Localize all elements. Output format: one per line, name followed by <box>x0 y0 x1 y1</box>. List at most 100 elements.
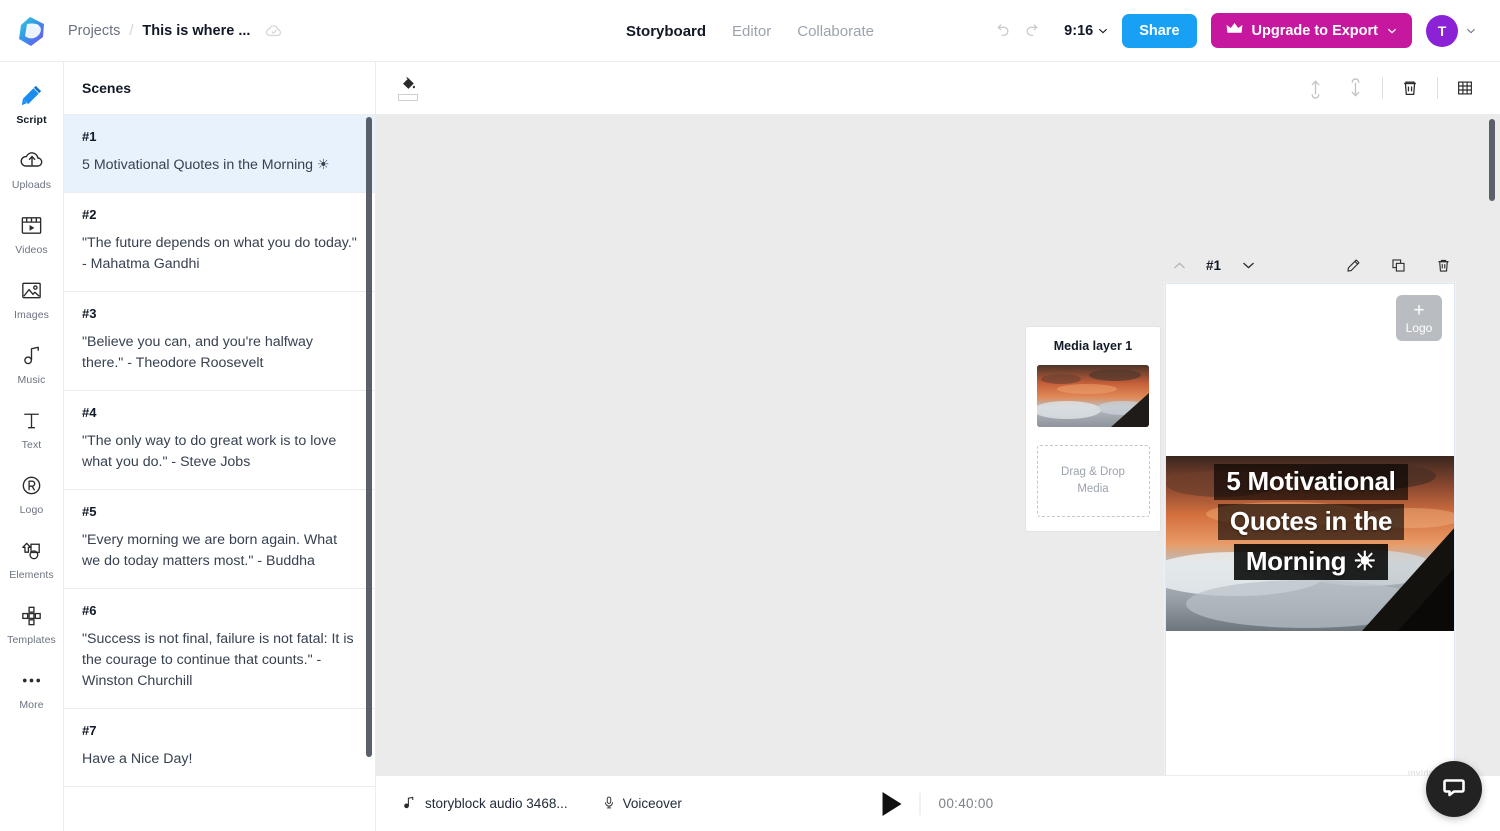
sidebar-label: Text <box>21 439 42 451</box>
toolbar-divider <box>1382 77 1383 99</box>
cloud-upload-icon <box>19 146 45 174</box>
cloud-check-icon <box>265 22 283 40</box>
chevron-up-icon[interactable] <box>1166 252 1192 278</box>
voiceover-label: Voiceover <box>622 796 682 811</box>
bottom-bar: storyblock audio 3468... Voiceover 00:40… <box>376 775 1500 831</box>
chat-support-button[interactable] <box>1426 761 1482 817</box>
tab-collaborate[interactable]: Collaborate <box>797 23 874 40</box>
scene-item-7[interactable]: #7 Have a Nice Day! <box>64 709 375 788</box>
trash-icon[interactable] <box>1430 252 1456 278</box>
pencil-icon[interactable] <box>1340 252 1366 278</box>
scene-number: #1 <box>82 129 97 144</box>
templates-grid-icon <box>19 601 44 629</box>
sidebar-label: Templates <box>7 634 56 646</box>
play-icon[interactable] <box>882 791 902 816</box>
script-icon <box>19 81 44 109</box>
grid-layout-icon[interactable] <box>1452 75 1478 101</box>
scene-item-1[interactable]: #1 5 Motivational Quotes in the Morning … <box>64 115 375 194</box>
shapes-icon <box>19 536 44 564</box>
move-up-icon[interactable] <box>1302 75 1328 101</box>
logo-placeholder-label: Logo <box>1405 321 1433 335</box>
body-row: Script Uploads Videos Images Music Text … <box>0 62 1500 831</box>
move-down-icon[interactable] <box>1342 75 1368 101</box>
canvas-stage: #1 Media layer 1 Drag & Drop Media + Log… <box>376 115 1500 775</box>
fill-color-swatch[interactable] <box>398 94 418 101</box>
canvas-toolbar <box>376 62 1500 115</box>
sidebar-item-elements[interactable]: Elements <box>0 533 64 584</box>
breadcrumb-separator: / <box>129 22 134 39</box>
breadcrumb: Projects / This is where ... <box>68 22 283 40</box>
user-menu[interactable]: T <box>1426 14 1476 47</box>
text-t-icon <box>19 406 44 434</box>
scene-text: Have a Nice Day! <box>82 751 193 768</box>
sidebar-item-videos[interactable]: Videos <box>0 208 64 259</box>
scene-item-6[interactable]: #6 "Success is not final, failure is not… <box>64 589 375 710</box>
video-preview-frame[interactable]: + Logo 5 Motivational Quotes in the Morn… <box>1165 283 1455 775</box>
audio-track-chip[interactable]: storyblock audio 3468... <box>402 795 568 813</box>
redo-icon[interactable] <box>1020 18 1046 44</box>
breadcrumb-project-title[interactable]: This is where ... <box>142 23 250 39</box>
sidebar-item-music[interactable]: Music <box>0 338 64 389</box>
voiceover-chip[interactable]: Voiceover <box>602 795 682 813</box>
registered-r-icon <box>19 471 44 499</box>
toolbar-divider <box>1437 77 1438 99</box>
tab-storyboard[interactable]: Storyboard <box>626 23 706 40</box>
sidebar-item-images[interactable]: Images <box>0 273 64 324</box>
sidebar-label: Uploads <box>11 179 52 191</box>
aspect-ratio-value: 9:16 <box>1064 22 1094 39</box>
media-thumbnail[interactable] <box>1037 365 1149 427</box>
breadcrumb-projects[interactable]: Projects <box>68 23 120 39</box>
app-logo-icon[interactable] <box>14 13 50 49</box>
trash-icon[interactable] <box>1397 75 1423 101</box>
scene-text: 5 Motivational Quotes in the Morning ☀ <box>82 157 330 173</box>
playback-controls: 00:40:00 <box>882 791 994 816</box>
music-note-icon <box>19 341 44 369</box>
media-layer-card[interactable]: Media layer 1 Drag & Drop Media <box>1025 326 1161 532</box>
top-bar-actions: 9:16 Share Upgrade to Export T <box>988 13 1476 48</box>
ellipsis-icon <box>19 666 44 694</box>
preview-media-image <box>1166 456 1454 631</box>
scenes-panel-title: Scenes <box>64 62 375 115</box>
logo-placeholder[interactable]: + Logo <box>1396 295 1442 341</box>
plus-icon: + <box>1413 300 1425 321</box>
sidebar-item-templates[interactable]: Templates <box>0 598 64 649</box>
audio-track-label: storyblock audio 3468... <box>425 796 568 811</box>
sidebar-item-text[interactable]: Text <box>0 403 64 454</box>
chevron-down-icon <box>1388 28 1396 34</box>
scene-item-3[interactable]: #3 "Believe you can, and you're halfway … <box>64 292 375 392</box>
undo-icon[interactable] <box>988 18 1014 44</box>
copy-icon[interactable] <box>1385 252 1411 278</box>
crown-icon <box>1226 22 1243 39</box>
scene-number: #3 <box>82 306 97 322</box>
chevron-down-icon[interactable] <box>1235 252 1261 278</box>
sidebar-item-uploads[interactable]: Uploads <box>0 143 64 194</box>
scene-text: "Believe you can, and you're halfway the… <box>82 334 313 372</box>
chat-bubble-icon <box>1440 773 1468 806</box>
scenes-list: #1 5 Motivational Quotes in the Morning … <box>64 115 375 831</box>
scene-item-5[interactable]: #5 "Every morning we are born again. Wha… <box>64 490 375 590</box>
sidebar-item-logo[interactable]: Logo <box>0 468 64 519</box>
tab-editor[interactable]: Editor <box>732 23 771 40</box>
chevron-down-icon <box>1467 28 1475 33</box>
scene-control-bar: #1 <box>1166 253 1456 277</box>
sidebar-label: Music <box>17 374 46 386</box>
scene-text: "Every morning we are born again. What w… <box>82 532 338 570</box>
chevron-down-icon <box>1099 28 1108 33</box>
undo-redo-group <box>988 18 1046 44</box>
scene-item-4[interactable]: #4 "The only way to do great work is to … <box>64 391 375 491</box>
scenes-scrollbar[interactable] <box>366 117 372 757</box>
media-dropzone[interactable]: Drag & Drop Media <box>1036 445 1150 517</box>
sidebar-item-more[interactable]: More <box>0 663 64 714</box>
sidebar-item-script[interactable]: Script <box>0 78 64 129</box>
scene-item-2[interactable]: #2 "The future depends on what you do to… <box>64 193 375 293</box>
scene-text: "The only way to do great work is to lov… <box>82 433 337 471</box>
upgrade-to-export-button[interactable]: Upgrade to Export <box>1210 13 1412 48</box>
scene-number: #2 <box>82 207 97 223</box>
scene-text: "Success is not final, failure is not fa… <box>82 631 354 690</box>
aspect-ratio-selector[interactable]: 9:16 <box>1064 23 1108 39</box>
paint-bucket-icon[interactable] <box>398 75 418 101</box>
image-icon <box>19 276 44 304</box>
share-button[interactable]: Share <box>1122 13 1197 48</box>
top-bar: Projects / This is where ... Storyboard … <box>0 0 1500 62</box>
stage-scrollbar[interactable] <box>1489 119 1495 201</box>
